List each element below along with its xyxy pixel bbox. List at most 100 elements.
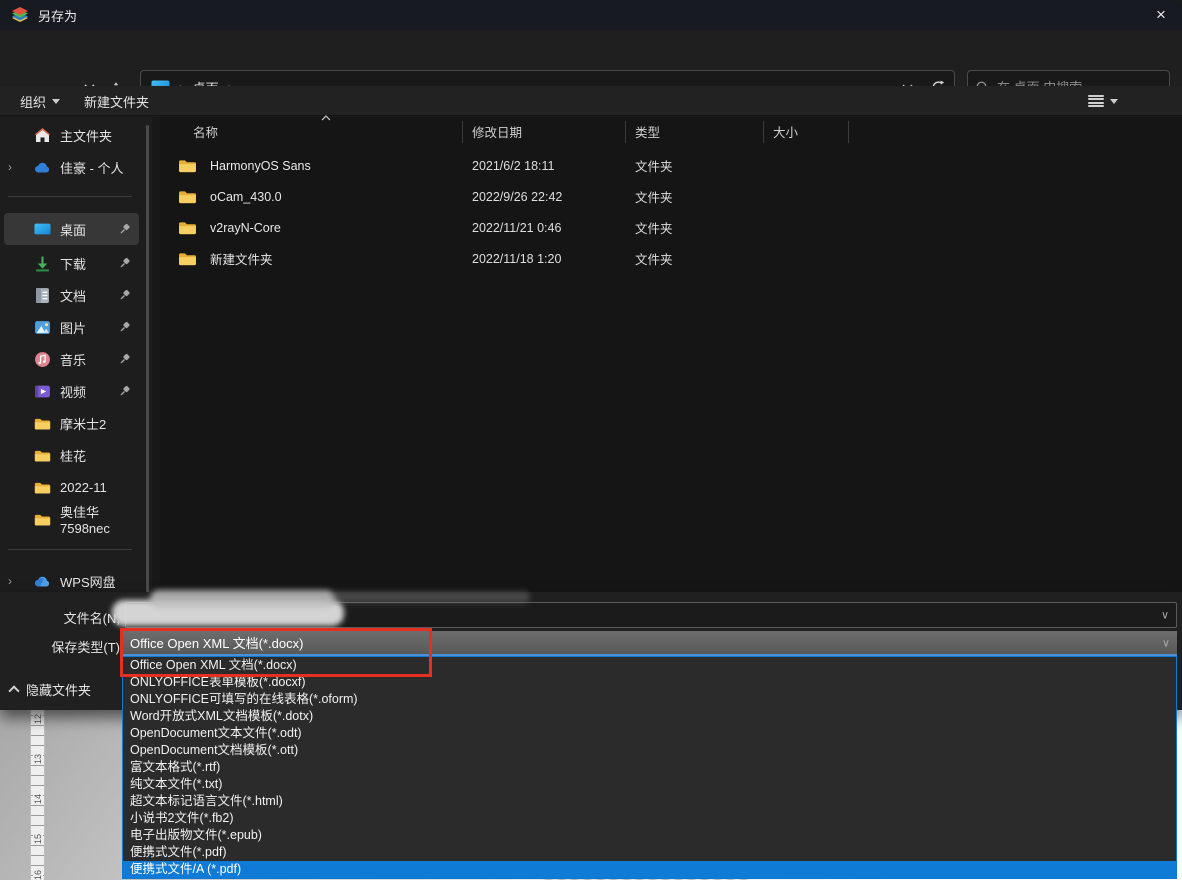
pin-icon [120,223,130,234]
column-header-type[interactable]: 类型 [635,117,755,145]
column-header-name[interactable]: 名称 [193,115,493,145]
file-row-newfolder[interactable]: 新建文件夹 2022/11/18 1:20 文件夹 [168,243,1008,274]
dropdown-option-dotx[interactable]: Word开放式XML文档模板(*.dotx) [123,708,1176,725]
sidebar-item-downloads[interactable]: 下载 [4,248,139,278]
file-name: v2rayN-Core [210,220,281,235]
dropdown-option-oform[interactable]: ONLYOFFICE可填写的在线表格(*.oform) [123,691,1176,708]
sidebar-separator [8,549,132,550]
vertical-ruler: 12 13 14 15 16 [30,706,45,880]
column-header-size[interactable]: 大小 [773,117,843,145]
pin-icon [120,289,130,300]
wps-cloud-icon [34,576,50,587]
chevron-down-icon [52,98,61,104]
document-icon [36,287,49,303]
chevron-right-icon[interactable]: › [8,574,12,588]
chevron-down-icon [1110,98,1118,104]
sidebar-item-folder-2022-11[interactable]: 2022-11 [4,472,139,502]
pictures-icon [35,320,50,334]
dropdown-option-ott[interactable]: OpenDocument文档模板(*.ott) [123,742,1176,759]
sidebar-separator [8,196,132,197]
dropdown-option-html[interactable]: 超文本标记语言文件(*.html) [123,793,1176,810]
sidebar-item-videos[interactable]: 视频 [4,376,139,406]
desktop-icon [34,223,51,234]
onlyoffice-logo-icon [12,7,28,22]
sidebar-item-label: 桂花 [60,448,87,464]
savetype-combobox[interactable]: Office Open XML 文档(*.docx) ∨ [122,631,1177,656]
sidebar-item-label: 文档 [60,288,87,304]
file-row-v2rayn[interactable]: v2rayN-Core 2022/11/21 0:46 文件夹 [168,212,1008,243]
dropdown-option-txt[interactable]: 纯文本文件(*.txt) [123,776,1176,793]
new-folder-button[interactable]: 新建文件夹 [84,86,149,116]
file-type: 文件夹 [635,222,673,236]
file-type: 文件夹 [635,191,673,205]
savetype-dropdown-list: Office Open XML 文档(*.docx) ONLYOFFICE表单模… [122,656,1177,879]
sidebar-item-pictures[interactable]: 图片 [4,312,139,342]
file-name: HarmonyOS Sans [210,158,311,173]
dropdown-option-pdfa[interactable]: 便携式文件/A (*.pdf) [123,861,1176,878]
new-folder-label: 新建文件夹 [84,94,150,110]
sidebar-item-desktop[interactable]: 桌面 [4,213,139,245]
filename-redaction-smudge [330,591,530,603]
folder-icon [179,253,196,266]
pin-icon [120,321,130,332]
save-as-dialog: 另存为 × ← → ↑ › 桌面 › [0,0,1182,880]
folder-icon [179,191,196,204]
sidebar-item-documents[interactable]: 文档 [4,280,139,310]
sidebar-item-label: 摩米士2 [60,416,107,432]
navigation-sidebar: 主文件夹 › 佳豪 - 个人 桌面 下载 文档 图片 音乐 视频 摩米士2 桂花… [0,117,152,685]
dropdown-option-epub[interactable]: 电子出版物文件(*.epub) [123,827,1176,844]
column-label: 类型 [635,125,661,140]
sidebar-item-onedrive[interactable]: › 佳豪 - 个人 [4,152,139,182]
music-icon [35,351,50,367]
column-divider[interactable] [848,121,849,143]
sidebar-item-label: 音乐 [60,352,87,368]
pin-icon [120,257,130,268]
sidebar-item-label: 视频 [60,384,87,400]
savetype-value: Office Open XML 文档(*.docx) [130,636,304,651]
column-divider[interactable] [763,121,764,143]
ruler-mark: 13 [33,752,44,766]
folder-icon [34,418,51,429]
ruler-mark: 12 [33,712,44,726]
sidebar-item-folder-momi[interactable]: 摩米士2 [4,408,139,438]
sidebar-item-label: 图片 [60,320,87,336]
column-divider[interactable] [462,121,463,143]
file-row-harmonyos[interactable]: HarmonyOS Sans 2021/6/2 18:11 文件夹 [168,150,1008,181]
chevron-down-icon[interactable]: ∨ [1161,609,1169,622]
sidebar-item-folder-aojiahua[interactable]: 奥佳华7598nec [4,504,139,536]
onedrive-cloud-icon [34,162,50,173]
dropdown-option-odt[interactable]: OpenDocument文本文件(*.odt) [123,725,1176,742]
dropdown-option-pdf[interactable]: 便携式文件(*.pdf) [123,844,1176,861]
close-button[interactable]: × [1140,0,1182,30]
column-header-date[interactable]: 修改日期 [472,117,622,145]
file-date: 2022/9/26 22:42 [472,189,563,204]
navigation-bar: ← → ↑ › 桌面 › [0,30,1182,104]
dropdown-option-rtf[interactable]: 富文本格式(*.rtf) [123,759,1176,776]
sidebar-item-music[interactable]: 音乐 [4,344,139,374]
sidebar-item-home[interactable]: 主文件夹 [4,120,139,150]
organize-label: 组织 [20,94,47,110]
sidebar-item-label: 2022-11 [60,479,107,495]
organize-button[interactable]: 组织 [20,86,61,116]
change-view-button[interactable] [1088,86,1118,116]
pin-icon [120,353,130,364]
chevron-up-icon [8,685,20,697]
dropdown-option-docxf[interactable]: ONLYOFFICE表单模板(*.docxf) [123,674,1176,691]
hide-folders-label: 隐藏文件夹 [26,683,92,698]
file-row-ocam[interactable]: oCam_430.0 2022/9/26 22:42 文件夹 [168,181,1008,212]
hide-folders-button[interactable]: 隐藏文件夹 [8,680,92,699]
sidebar-item-folder-guihua[interactable]: 桂花 [4,440,139,470]
command-toolbar: 组织 新建文件夹 ? [0,86,1182,196]
chevron-right-icon[interactable]: › [8,160,12,174]
dropdown-option-docx[interactable]: Office Open XML 文档(*.docx) [123,657,1176,674]
dropdown-option-fb2[interactable]: 小说书2文件(*.fb2) [123,810,1176,827]
main-area: 主文件夹 › 佳豪 - 个人 桌面 下载 文档 图片 音乐 视频 摩米士2 桂花… [0,115,1182,685]
chevron-down-icon[interactable]: ∨ [1162,636,1170,649]
folder-icon [179,222,196,235]
column-label: 修改日期 [472,125,523,140]
folder-icon [34,514,51,525]
column-divider[interactable] [625,121,626,143]
sidebar-item-label: 佳豪 - 个人 [60,160,124,176]
file-type: 文件夹 [635,160,673,174]
ruler-mark: 16 [33,868,44,880]
